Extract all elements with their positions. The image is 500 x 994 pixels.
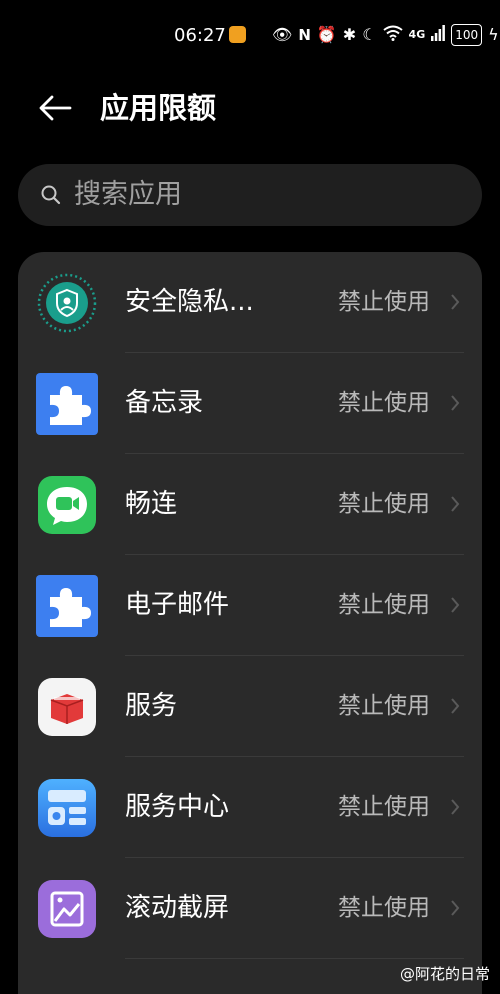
list-item[interactable]: 电子邮件 禁止使用 [18, 555, 482, 656]
chevron-right-icon [451, 496, 460, 512]
search-icon [41, 185, 61, 205]
battery-indicator: 100 [451, 24, 483, 46]
app-status: 禁止使用 [338, 895, 430, 921]
status-icons: 👁 N ⏰ ✱ ☾ 4G 100 ϟ [272, 24, 499, 46]
app-list: 安全隐私... 禁止使用 备忘录 禁止使用 畅连 禁止使用 电子邮件 禁止使用 … [18, 252, 482, 994]
app-name: 畅连 [125, 489, 178, 519]
list-item[interactable]: 滚动截屏 禁止使用 [18, 858, 482, 959]
security-privacy-icon [37, 273, 97, 333]
back-button[interactable] [36, 88, 76, 128]
notification-app-icon [229, 26, 246, 43]
app-status: 禁止使用 [338, 794, 430, 820]
network-type-label: 4G [408, 28, 426, 41]
alarm-icon: ⏰ [316, 25, 337, 44]
chevron-right-icon [451, 597, 460, 613]
divider [125, 958, 464, 959]
search-input[interactable]: 搜索应用 [18, 164, 482, 226]
app-status: 禁止使用 [338, 693, 430, 719]
bluetooth-icon: ✱ [342, 25, 357, 44]
back-arrow-icon [39, 95, 72, 121]
chevron-right-icon [451, 799, 460, 815]
app-name: 备忘录 [125, 388, 204, 418]
app-name: 滚动截屏 [125, 893, 230, 923]
chevron-right-icon [451, 395, 460, 411]
app-name: 安全隐私... [125, 287, 254, 317]
service-center-icon [38, 779, 96, 837]
nfc-icon: N [298, 26, 311, 44]
wifi-icon [382, 25, 403, 46]
puzzle-icon [36, 373, 98, 435]
charging-icon: ϟ [488, 25, 499, 44]
chevron-right-icon [451, 900, 460, 916]
app-name: 电子邮件 [125, 590, 230, 620]
app-status: 禁止使用 [338, 592, 430, 618]
app-name: 服务中心 [125, 792, 230, 822]
eye-comfort-icon: 👁 [272, 25, 293, 44]
status-bar: 06:27 👁 N ⏰ ✱ ☾ 4G 100 ϟ [0, 0, 500, 70]
puzzle-icon [36, 575, 98, 637]
video-call-icon [38, 476, 96, 534]
page-title: 应用限额 [100, 91, 217, 125]
signal-icon [431, 24, 446, 46]
app-status: 禁止使用 [338, 289, 430, 315]
chevron-right-icon [451, 698, 460, 714]
list-item[interactable]: 畅连 禁止使用 [18, 454, 482, 555]
list-item[interactable]: 服务中心 禁止使用 [18, 757, 482, 858]
scroll-screenshot-icon [38, 880, 96, 938]
list-item[interactable]: 服务 禁止使用 [18, 656, 482, 757]
app-status: 禁止使用 [338, 390, 430, 416]
list-item[interactable]: 安全隐私... 禁止使用 [18, 252, 482, 353]
service-box-icon [38, 678, 96, 736]
chevron-right-icon [451, 294, 460, 310]
app-status: 禁止使用 [338, 491, 430, 517]
watermark-text: @阿花的日常 [399, 965, 490, 983]
status-time: 06:27 [174, 25, 226, 46]
list-item[interactable]: 备忘录 禁止使用 [18, 353, 482, 454]
moon-icon: ☾ [362, 25, 377, 44]
app-name: 服务 [125, 691, 178, 721]
search-placeholder: 搜索应用 [74, 179, 182, 210]
